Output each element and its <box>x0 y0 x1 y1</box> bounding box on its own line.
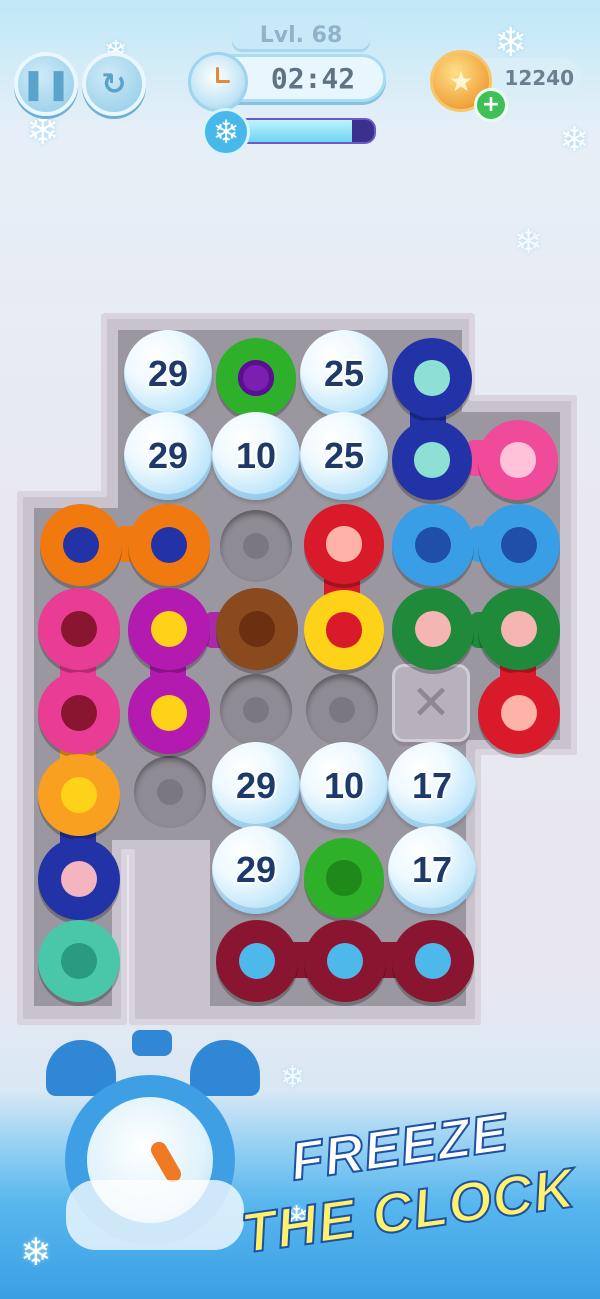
ring-maroon[interactable] <box>304 920 386 1002</box>
frozen-ring-counter[interactable]: 17 <box>388 826 476 914</box>
ring-yellow[interactable] <box>38 754 120 836</box>
ring-skyblue[interactable] <box>478 504 560 586</box>
empty-slot[interactable] <box>220 674 292 746</box>
ring-pink[interactable] <box>478 420 558 500</box>
ring-red[interactable] <box>478 672 560 754</box>
ring-teal[interactable] <box>38 920 120 1002</box>
ring-orange[interactable] <box>128 504 210 586</box>
frozen-ring-counter[interactable]: 29 <box>124 330 212 418</box>
frozen-ring-counter[interactable]: 29 <box>124 412 212 500</box>
frozen-ring-counter[interactable]: 10 <box>212 412 300 500</box>
snowflake-icon: ❄ <box>280 1060 306 1095</box>
frozen-ring-counter[interactable]: 25 <box>300 412 388 500</box>
ring-darkgreen[interactable] <box>478 588 560 670</box>
empty-slot[interactable] <box>306 674 378 746</box>
ring-yellow[interactable] <box>304 590 384 670</box>
ring-magenta[interactable] <box>128 588 210 670</box>
promo-banner: ❄ ❄ ❄ FREEZE THE CLOCK <box>0 1020 600 1299</box>
empty-slot[interactable] <box>220 510 292 582</box>
ring-navy[interactable] <box>38 838 120 920</box>
ring-maroon[interactable] <box>216 920 298 1002</box>
frozen-ring-counter[interactable]: 10 <box>300 742 388 830</box>
ring-navy[interactable] <box>392 338 472 418</box>
frozen-ring-counter[interactable]: 17 <box>388 742 476 830</box>
ring-navy[interactable] <box>392 420 472 500</box>
ring-brown[interactable] <box>216 588 298 670</box>
ring-orange[interactable] <box>40 504 122 586</box>
blocked-cell: ✕ <box>392 664 470 742</box>
x-icon: ✕ <box>410 675 452 731</box>
ring-skyblue[interactable] <box>392 504 474 586</box>
empty-slot[interactable] <box>134 756 206 828</box>
frozen-ring-counter[interactable]: 29 <box>212 826 300 914</box>
frozen-ring-counter[interactable]: 25 <box>300 330 388 418</box>
ring-darkgreen[interactable] <box>392 588 474 670</box>
ring-red[interactable] <box>304 504 384 584</box>
ring-pink[interactable] <box>38 588 120 670</box>
ring-magenta[interactable] <box>128 672 210 754</box>
frozen-ring-counter[interactable]: 29 <box>212 742 300 830</box>
snowflake-icon: ❄ <box>20 1230 52 1274</box>
ring-green[interactable] <box>304 838 384 918</box>
ring-purple-green[interactable] <box>216 338 296 418</box>
ring-maroon[interactable] <box>392 920 474 1002</box>
ring-pink[interactable] <box>38 672 120 754</box>
